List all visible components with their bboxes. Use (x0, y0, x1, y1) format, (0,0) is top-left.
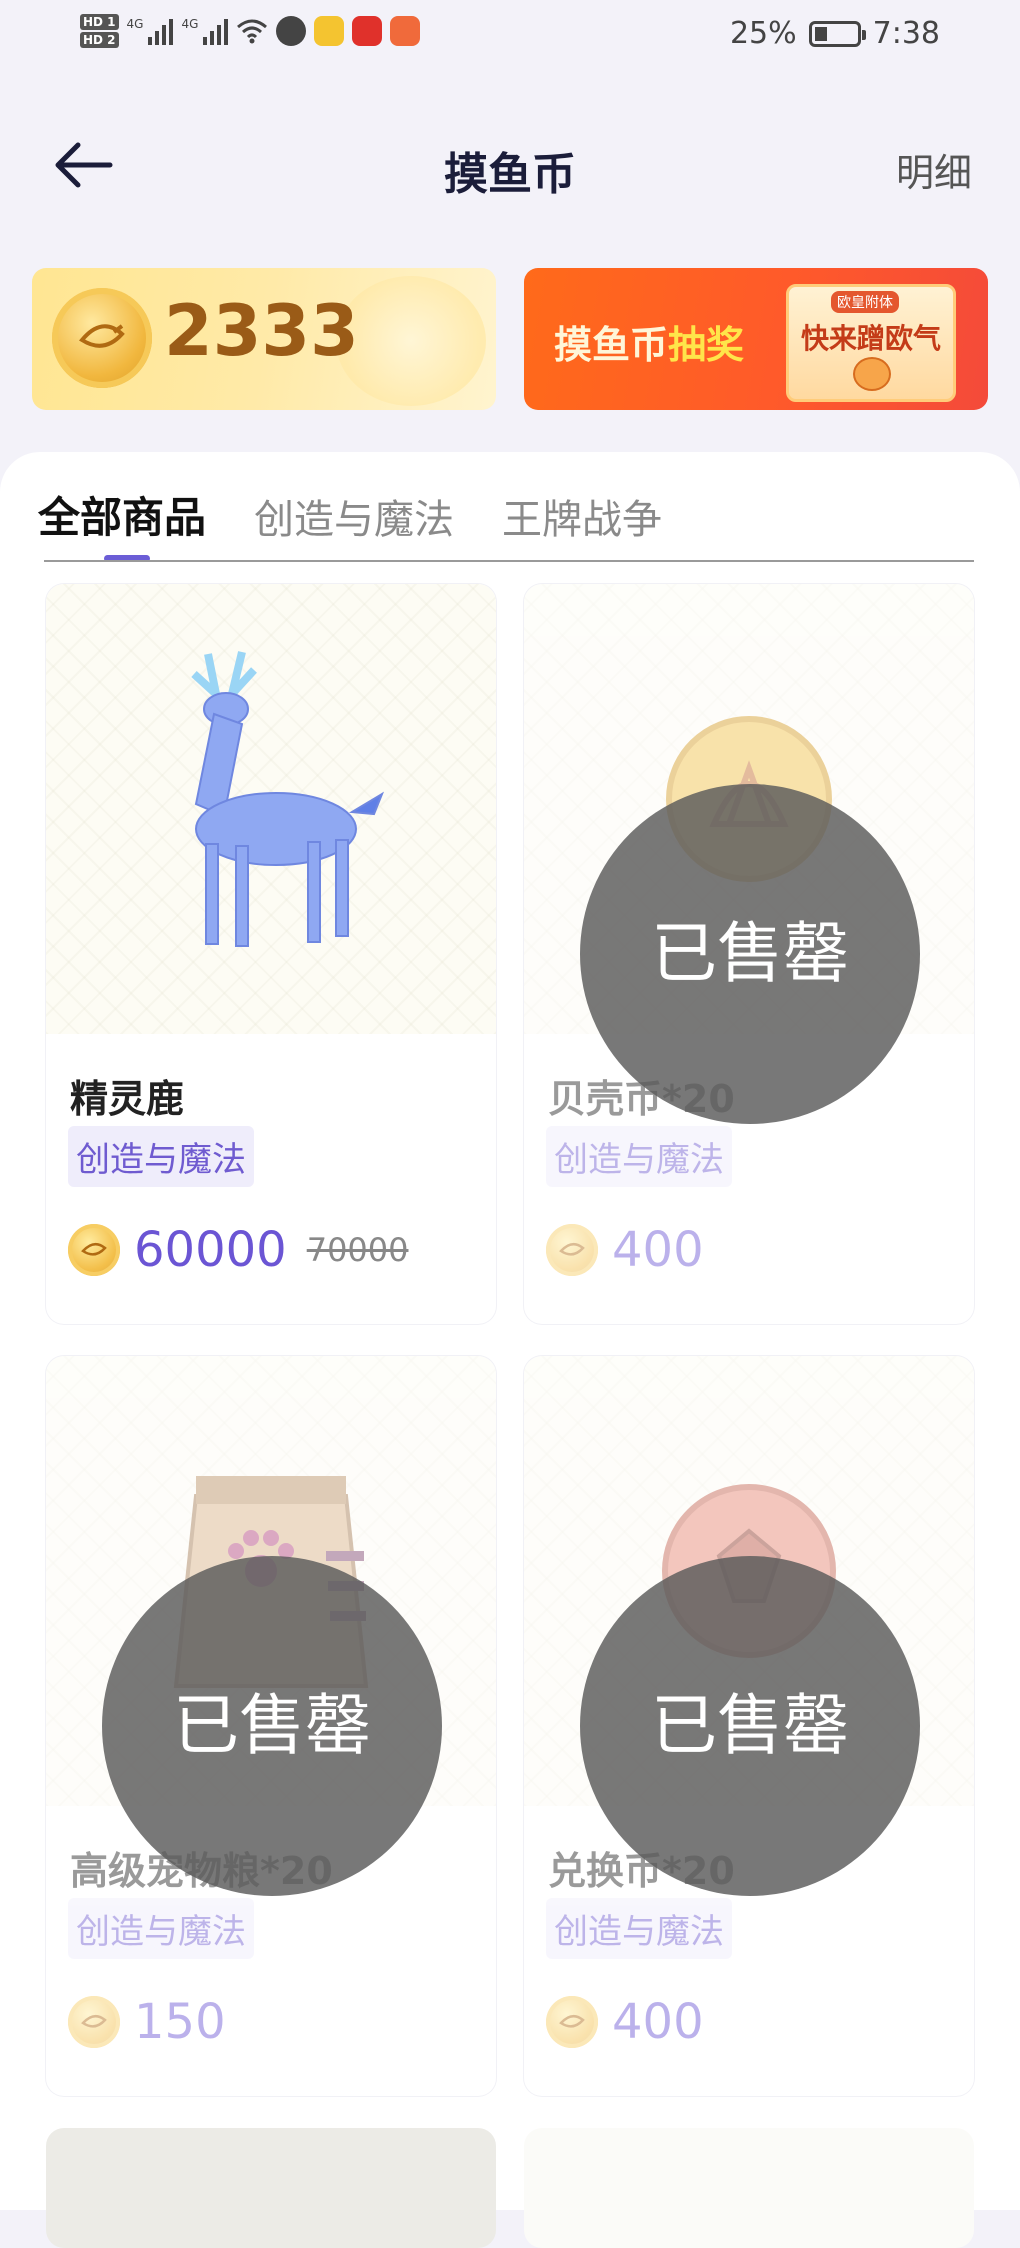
hd-indicator: HD 1 HD 2 (80, 12, 119, 50)
tab-create-and-magic[interactable]: 创造与魔法 (254, 487, 454, 545)
product-card-partial[interactable] (46, 2128, 496, 2248)
price-row: 400 (546, 1222, 704, 1278)
fish-coin-icon (546, 1996, 598, 2048)
hd1-label: HD 1 (80, 14, 119, 30)
fish-coin-icon (546, 1224, 598, 1276)
product-tag: 创造与魔法 (546, 1126, 732, 1187)
sold-out-badge: 已售罄 (580, 784, 920, 1124)
product-tag: 创造与魔法 (68, 1126, 254, 1187)
tab-ace-war[interactable]: 王牌战争 (502, 487, 662, 545)
status-right: 25% 7:38 (730, 16, 940, 51)
fish-coin-icon (52, 288, 152, 388)
network-type-2: 4G (181, 17, 199, 31)
spirit-deer-icon (191, 651, 385, 947)
price-row: 400 (546, 1994, 704, 2050)
lottery-title: 摸鱼币抽奖 (554, 314, 744, 369)
shopping-618-app-icon-2 (390, 16, 421, 46)
lottery-banner[interactable]: 摸鱼币抽奖 欧皇附体 快来蹭欧气 (524, 268, 988, 410)
signal-icon: 4G (127, 17, 174, 45)
sold-out-badge: 已售罄 (580, 1556, 920, 1896)
gift-icon (853, 357, 891, 391)
page-title: 摸鱼币 (444, 149, 576, 200)
weibo-app-icon (314, 16, 345, 46)
sold-out-badge: 已售罄 (102, 1556, 442, 1896)
detail-link[interactable]: 明细 (896, 142, 972, 197)
signal-icon-2: 4G (181, 17, 229, 45)
price-row: 150 (68, 1994, 226, 2050)
lottery-title-prefix: 摸鱼币 (554, 323, 669, 367)
product-name: 精灵鹿 (70, 1077, 185, 1121)
product-tag: 创造与魔法 (546, 1898, 732, 1959)
fish-coin-icon (68, 1996, 120, 2048)
product-card[interactable]: 兑换币*20 创造与魔法 400 已售罄 (524, 1356, 974, 2096)
product-panel: 全部商品 创造与魔法 王牌战争 精灵鹿 创造与魔法 60000 70000 贝壳… (0, 452, 1020, 2248)
status-bar: HD 1 HD 2 4G 4G 25% 7:38 (0, 0, 1020, 80)
wifi-icon (237, 19, 268, 44)
shopping-618-app-icon (352, 16, 383, 46)
network-type-1: 4G (126, 17, 144, 31)
product-card[interactable]: 贝壳币*20 创造与魔法 400 已售罄 (524, 584, 974, 1324)
product-price: 400 (612, 1222, 704, 1278)
coin-balance: 2333 (164, 290, 359, 372)
tab-all-products[interactable]: 全部商品 (38, 484, 206, 545)
original-price: 70000 (306, 1231, 409, 1269)
product-price: 400 (612, 1994, 704, 2050)
status-left: HD 1 HD 2 4G 4G (80, 12, 421, 50)
product-card[interactable]: 高级宠物粮*20 创造与魔法 150 已售罄 (46, 1356, 496, 2096)
ball-app-icon (276, 16, 307, 46)
category-tabs: 全部商品 创造与魔法 王牌战争 (38, 484, 662, 545)
price-row: 60000 70000 (68, 1222, 409, 1278)
fish-coin-icon (68, 1224, 120, 1276)
coin-balance-banner[interactable]: 2333 (32, 268, 496, 410)
battery-percent: 25% (729, 16, 797, 51)
product-price: 60000 (134, 1222, 287, 1278)
lottery-card: 欧皇附体 快来蹭欧气 (786, 284, 956, 402)
hd2-label: HD 2 (80, 32, 119, 48)
lottery-cta: 快来蹭欧气 (800, 322, 941, 355)
lottery-title-highlight: 抽奖 (668, 323, 745, 367)
product-image (46, 584, 496, 1034)
clock: 7:38 (872, 16, 940, 51)
product-tag: 创造与魔法 (68, 1898, 254, 1959)
product-card-partial[interactable] (524, 2128, 974, 2248)
lottery-badge: 欧皇附体 (831, 291, 899, 313)
app-header: 摸鱼币 明细 (0, 110, 1020, 220)
battery-icon (808, 20, 866, 47)
tab-divider (44, 560, 974, 562)
product-price: 150 (134, 1994, 226, 2050)
product-card[interactable]: 精灵鹿 创造与魔法 60000 70000 (46, 584, 496, 1324)
